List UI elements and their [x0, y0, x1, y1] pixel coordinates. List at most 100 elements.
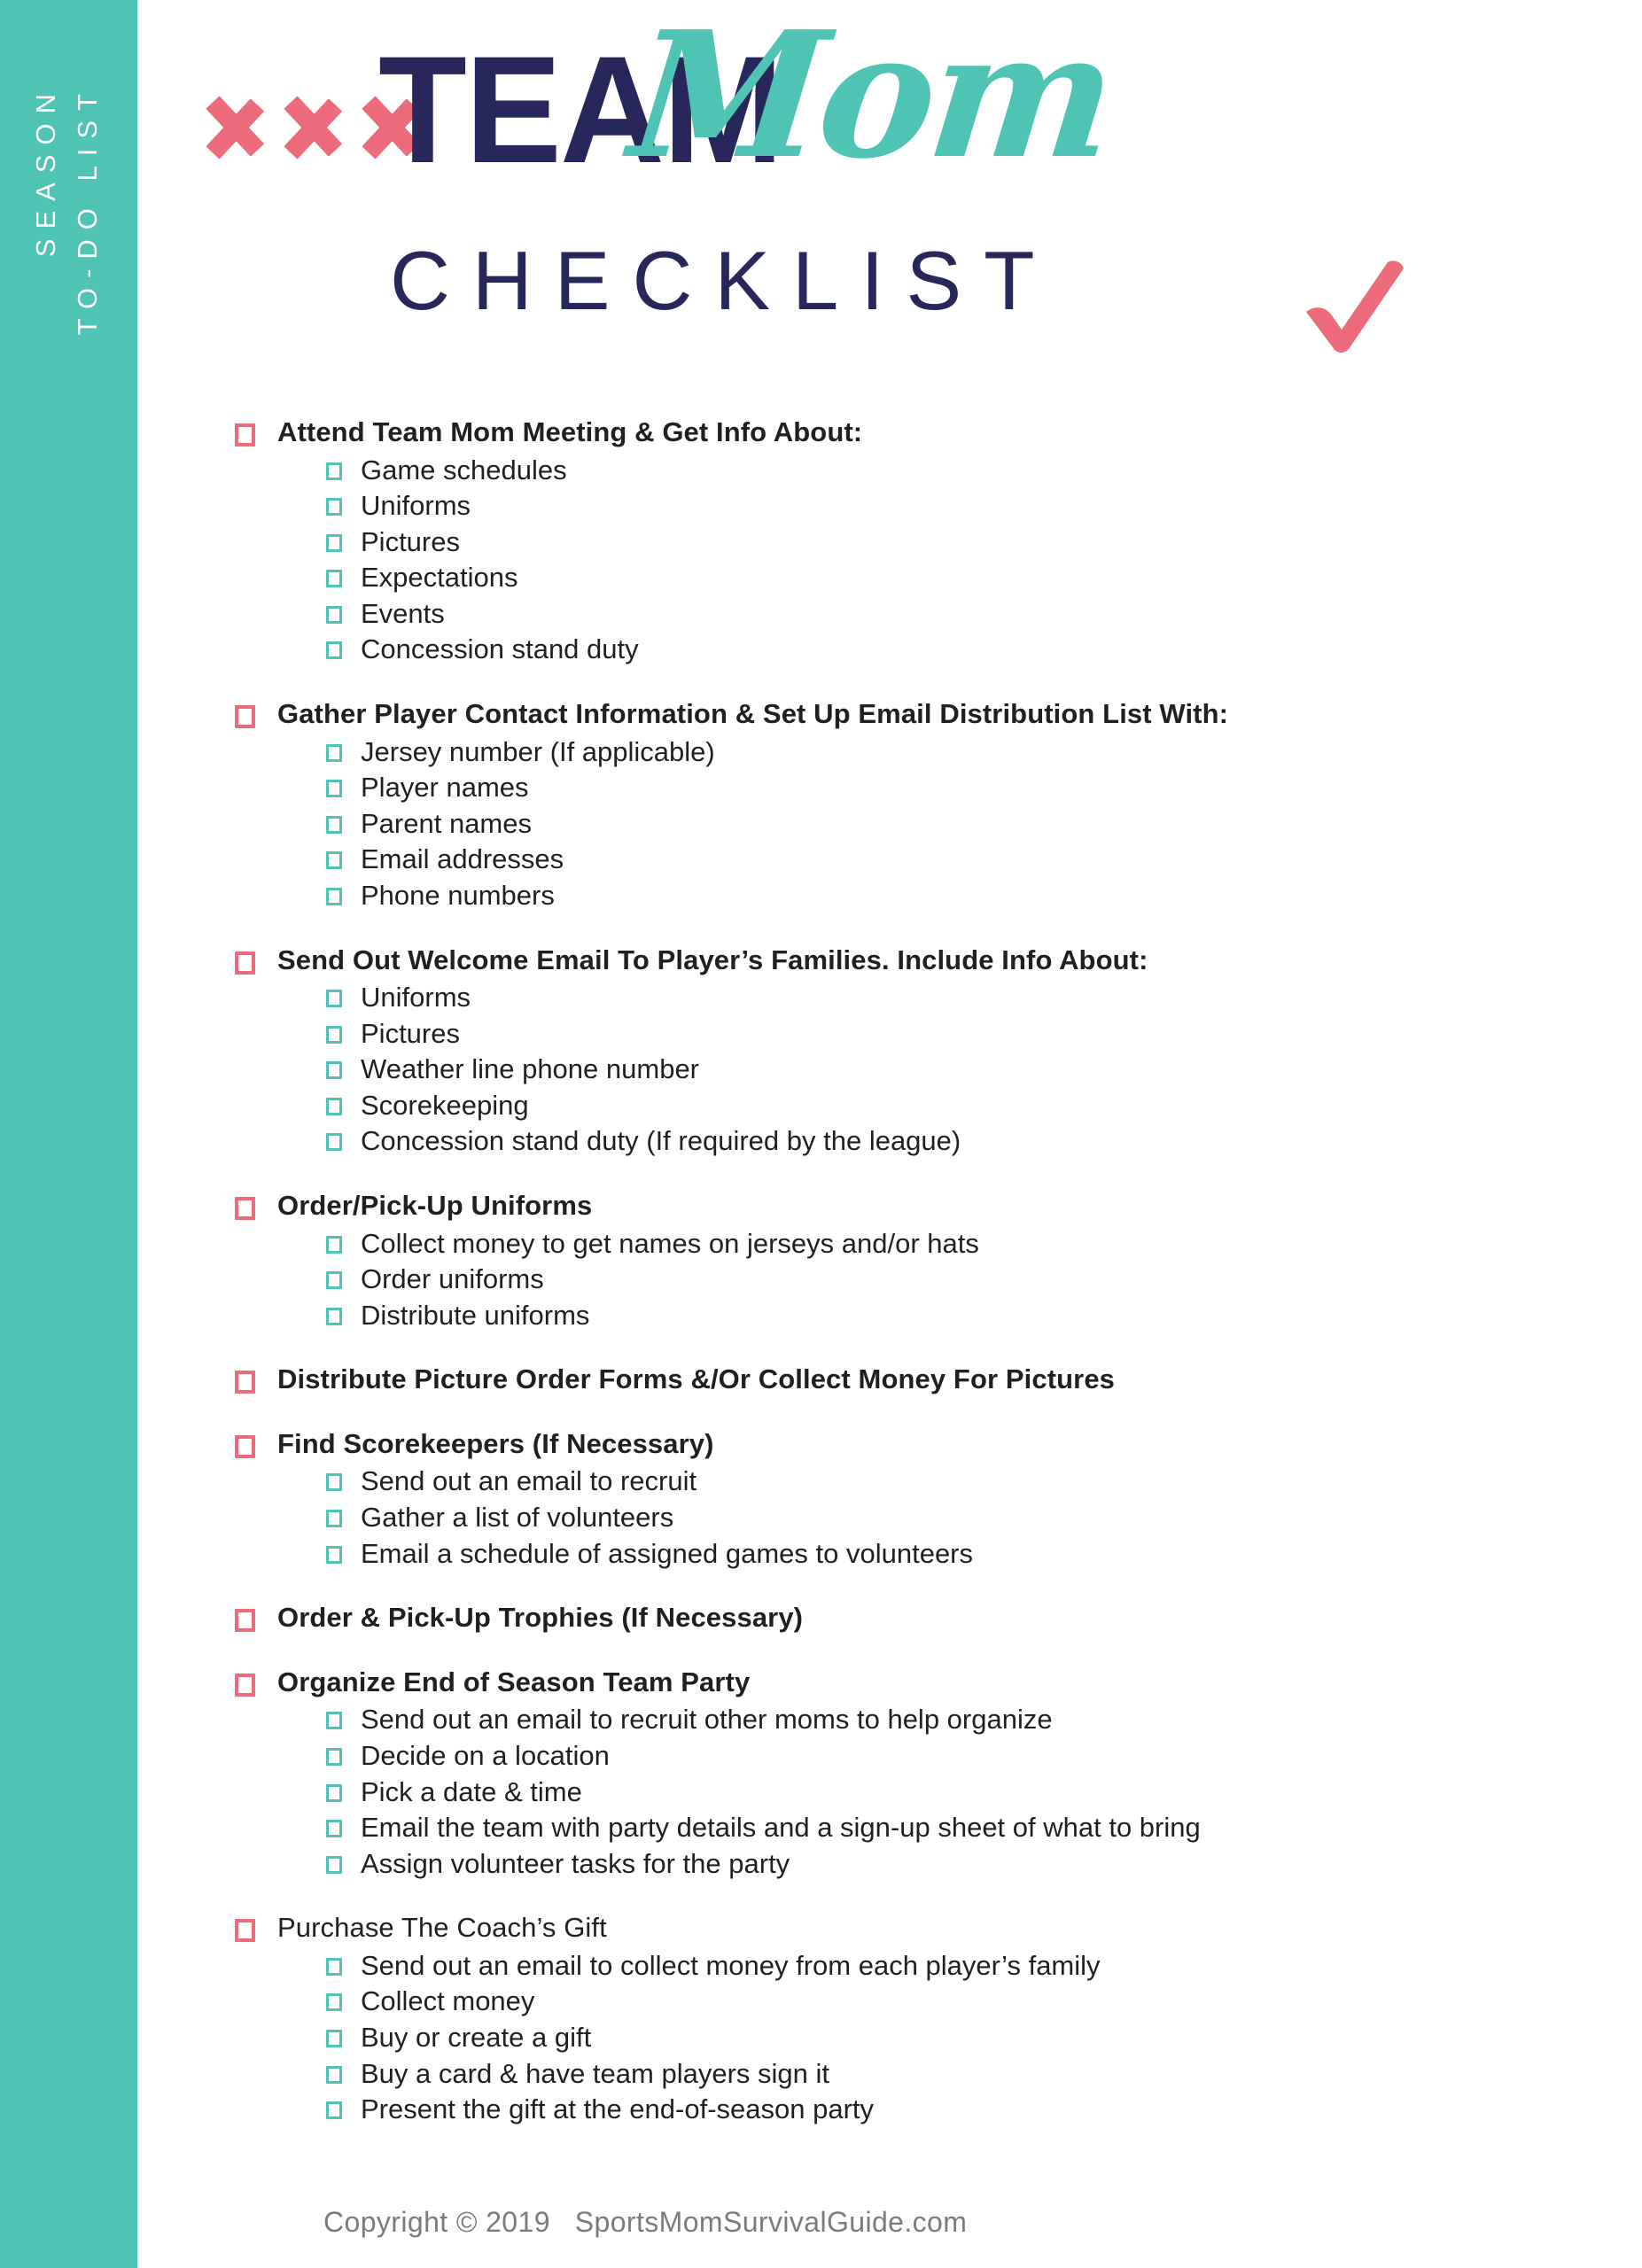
checklist-sub-item[interactable]: Email the team with party details and a … — [137, 1812, 1642, 1845]
checklist-sub-item[interactable]: Collect money to get names on jerseys an… — [137, 1228, 1642, 1261]
checkbox-icon-main[interactable] — [235, 1371, 255, 1394]
checkbox-icon-sub[interactable] — [326, 1235, 342, 1254]
checkbox-icon-sub[interactable] — [326, 1993, 342, 2012]
checklist-section: Purchase The Coach’s Gift Send out an ema… — [137, 1912, 1642, 2125]
sidebar-title-line-1: SEASON — [30, 84, 61, 258]
checkbox-icon-sub[interactable] — [326, 1510, 342, 1528]
checkbox-icon-sub[interactable] — [326, 605, 342, 624]
checkbox-icon-main[interactable] — [235, 1919, 255, 1943]
page-header: TEAM Mom CHECKLIST — [137, 0, 1642, 416]
checklist-sub-item[interactable]: Events — [137, 598, 1642, 631]
checklist-main-item[interactable]: Order/Pick-Up Uniforms — [137, 1190, 1642, 1223]
checklist-sub-label: Present the gift at the end-of-season pa… — [361, 2093, 875, 2125]
checklist-sub-item[interactable]: Buy or create a gift — [137, 2022, 1642, 2054]
checklist-main-item[interactable]: Order & Pick-Up Trophies (If Necessary) — [137, 1602, 1642, 1635]
checklist-sub-label: Concession stand duty — [361, 633, 639, 665]
checkbox-icon-main[interactable] — [235, 1673, 255, 1697]
checkbox-icon-sub[interactable] — [326, 1820, 342, 1838]
checklist-section: Send Out Welcome Email To Player’s Famil… — [137, 944, 1642, 1158]
checklist-sub-item[interactable]: Gather a list of volunteers — [137, 1502, 1642, 1534]
checkbox-icon-sub[interactable] — [326, 2101, 342, 2120]
checklist-sub-item[interactable]: Uniforms — [137, 982, 1642, 1014]
checkbox-icon-sub[interactable] — [326, 780, 342, 798]
checkbox-icon-sub[interactable] — [326, 1271, 342, 1290]
checklist-sub-item[interactable]: Present the gift at the end-of-season pa… — [137, 2093, 1642, 2126]
checkbox-icon-sub[interactable] — [326, 1957, 342, 1976]
checklist-main-item[interactable]: Attend Team Mom Meeting & Get Info About… — [137, 416, 1642, 449]
checklist-main-item[interactable]: Send Out Welcome Email To Player’s Famil… — [137, 944, 1642, 977]
checklist-subitem-group: Send out an email to recruit Gather a lis… — [137, 1465, 1642, 1570]
checkbox-icon-sub[interactable] — [326, 498, 342, 517]
checklist-sub-item[interactable]: Phone numbers — [137, 880, 1642, 913]
checklist-sub-item[interactable]: Pick a date & time — [137, 1776, 1642, 1809]
sidebar-vertical-title: SEASON TO-DO LIST — [0, 84, 137, 456]
checkbox-icon-sub[interactable] — [326, 1783, 342, 1802]
checkbox-icon-sub[interactable] — [326, 641, 342, 660]
checkbox-icon-sub[interactable] — [326, 462, 342, 480]
checkbox-icon-sub[interactable] — [326, 2065, 342, 2084]
checkbox-icon-main[interactable] — [235, 1434, 255, 1458]
checklist-sub-item[interactable]: Email a schedule of assigned games to vo… — [137, 1538, 1642, 1571]
checklist-sub-item[interactable]: Game schedules — [137, 454, 1642, 487]
checkbox-icon-sub[interactable] — [326, 1025, 342, 1044]
checklist-sub-item[interactable]: Distribute uniforms — [137, 1300, 1642, 1332]
checkbox-icon-sub[interactable] — [326, 990, 342, 1008]
checklist-sub-item[interactable]: Order uniforms — [137, 1263, 1642, 1296]
checkbox-icon-main[interactable] — [235, 705, 255, 729]
checklist-sub-item[interactable]: Send out an email to recruit other moms … — [137, 1704, 1642, 1736]
checklist-sub-item[interactable]: Collect money — [137, 1985, 1642, 2018]
checkbox-icon-sub[interactable] — [326, 743, 342, 762]
checklist-section: Order/Pick-Up Uniforms Collect money to g… — [137, 1190, 1642, 1332]
checkbox-icon-sub[interactable] — [326, 1855, 342, 1874]
checklist-main-label: Attend Team Mom Meeting & Get Info About… — [277, 416, 863, 447]
checklist-sub-label: Email a schedule of assigned games to vo… — [361, 1537, 974, 1569]
checklist-sub-item[interactable]: Email addresses — [137, 843, 1642, 876]
checkbox-icon-main[interactable] — [235, 951, 255, 975]
checkbox-icon-sub[interactable] — [326, 1473, 342, 1492]
checklist-main-item[interactable]: Gather Player Contact Information & Set … — [137, 698, 1642, 731]
checklist-sub-item[interactable]: Parent names — [137, 808, 1642, 841]
checklist-sub-label: Collect money to get names on jerseys an… — [361, 1227, 979, 1259]
checklist-sub-item[interactable]: Send out an email to collect money from … — [137, 1950, 1642, 1983]
checklist-section: Order & Pick-Up Trophies (If Necessary) — [137, 1602, 1642, 1635]
checklist-sub-item[interactable]: Pictures — [137, 1018, 1642, 1051]
checkbox-icon-main[interactable] — [235, 1609, 255, 1633]
checklist-sub-item[interactable]: Decide on a location — [137, 1740, 1642, 1773]
checkbox-icon-sub[interactable] — [326, 815, 342, 834]
checkbox-icon-sub[interactable] — [326, 2029, 342, 2047]
checklist-main-item[interactable]: Purchase The Coach’s Gift — [137, 1912, 1642, 1945]
checklist-main-item[interactable]: Find Scorekeepers (If Necessary) — [137, 1428, 1642, 1461]
checkbox-icon-sub[interactable] — [326, 570, 342, 588]
checklist-sub-item[interactable]: Assign volunteer tasks for the party — [137, 1848, 1642, 1881]
checklist-sub-label: Send out an email to recruit — [361, 1465, 697, 1497]
checklist-sub-item[interactable]: Weather line phone number — [137, 1053, 1642, 1086]
checkbox-icon-sub[interactable] — [326, 1097, 342, 1115]
checklist-main-label: Purchase The Coach’s Gift — [277, 1912, 607, 1944]
checkbox-icon-sub[interactable] — [326, 1307, 342, 1325]
checkbox-icon-sub[interactable] — [326, 1133, 342, 1152]
checklist-sub-item[interactable]: Player names — [137, 772, 1642, 804]
checkbox-icon-sub[interactable] — [326, 1545, 342, 1564]
checklist-main-item[interactable]: Organize End of Season Team Party — [137, 1666, 1642, 1699]
checklist-sub-item[interactable]: Buy a card & have team players sign it — [137, 2058, 1642, 2091]
checkbox-icon-main[interactable] — [235, 423, 255, 447]
checkbox-icon-sub[interactable] — [326, 1747, 342, 1766]
checklist-sub-item[interactable]: Pictures — [137, 526, 1642, 559]
checklist-sub-item[interactable]: Uniforms — [137, 490, 1642, 523]
checklist-sub-item[interactable]: Concession stand duty (If required by th… — [137, 1125, 1642, 1158]
checklist-main-item[interactable]: Distribute Picture Order Forms &/Or Coll… — [137, 1363, 1642, 1396]
checklist-main-label: Organize End of Season Team Party — [277, 1666, 751, 1697]
checkbox-icon-main[interactable] — [235, 1196, 255, 1220]
checkbox-icon-sub[interactable] — [326, 533, 342, 552]
checklist-sub-item[interactable]: Jersey number (If applicable) — [137, 736, 1642, 769]
checkbox-icon-sub[interactable] — [326, 887, 342, 905]
checklist-sub-item[interactable]: Concession stand duty — [137, 633, 1642, 666]
checklist-sub-item[interactable]: Expectations — [137, 562, 1642, 594]
checkbox-icon-sub[interactable] — [326, 1061, 342, 1080]
checklist-sub-label: Jersey number (If applicable) — [361, 735, 715, 767]
checkbox-icon-sub[interactable] — [326, 1712, 342, 1730]
checklist-sub-item[interactable]: Send out an email to recruit — [137, 1465, 1642, 1498]
checkbox-icon-sub[interactable] — [326, 851, 342, 870]
checklist-sub-label: Pick a date & time — [361, 1775, 582, 1807]
checklist-sub-item[interactable]: Scorekeeping — [137, 1090, 1642, 1122]
